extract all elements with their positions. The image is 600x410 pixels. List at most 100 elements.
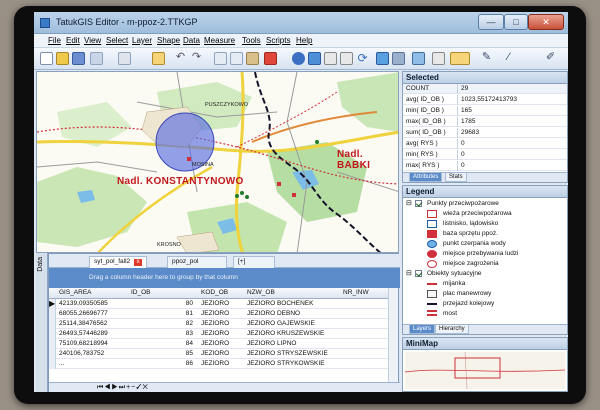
menu-edit[interactable]: Edit [66,36,80,45]
selected-stat-row[interactable]: max( ID_OB ) 1785 [403,117,567,127]
row-selector[interactable] [49,359,56,369]
table-row[interactable]: 68055,26696777 81 JEZIORO JEZIORO DEBNO [49,309,389,319]
selected-stat-row[interactable]: avg( RYS ) 0 [403,139,567,149]
close-button[interactable]: ✕ [528,14,564,30]
menu-file[interactable]: File [48,36,61,45]
row-selector[interactable] [49,309,56,319]
legend-item[interactable]: listnisko, lądowisko [403,219,553,229]
column-header-nr-inw[interactable]: NR_INW [343,289,369,296]
tab-ppoz-pol[interactable]: ppoz_pol [167,256,227,268]
column-header-gis-area[interactable]: GIS_AREA [59,289,92,296]
zoom-in-icon[interactable] [324,52,337,65]
query-icon[interactable] [432,52,445,65]
table-row[interactable]: 75109,68218994 84 JEZIORO JEZIORO LIPNO [49,339,389,349]
column-header-id-ob[interactable]: ID_OB [131,289,151,296]
selected-stat-row[interactable]: max( RYS ) 0 [403,161,567,171]
measure-icon[interactable] [392,52,405,65]
legend-item[interactable]: przejazd kolejowy [403,299,553,309]
selected-stat-row[interactable]: min( RYS ) 0 [403,150,567,160]
menu-measure[interactable]: Measure [204,36,235,45]
table-row[interactable]: 240106,783752 85 JEZIORO JEZIORO STRYSZEWSK… [49,349,389,359]
column-header-nzw-ob[interactable]: NZW_OB [247,289,275,296]
minimap-viewport[interactable] [454,357,501,379]
legend-group[interactable]: ⊟ Obiekty sytuacyjne [403,269,553,279]
redo-icon[interactable]: ↷ [190,52,203,65]
column-header-kod-ob[interactable]: KOD_OB [201,289,228,296]
collapse-icon[interactable]: ⊟ [406,269,412,277]
row-selector[interactable] [49,339,56,349]
selected-stat-row[interactable]: avg( ID_OB ) 1023,55172413793 [403,95,567,105]
menu-help[interactable]: Help [296,36,312,45]
tab-hierarchy[interactable]: Hierarchy [435,325,469,334]
minimize-button[interactable]: — [478,14,504,30]
info-icon[interactable] [376,52,389,65]
menu-data[interactable]: Data [183,36,200,45]
menu-layer[interactable]: Layer [132,36,152,45]
tab-syt-pol-fall2[interactable]: syt_pol_fall2 x [89,256,148,268]
edit-vertex-icon[interactable]: ✎ [480,52,493,65]
table-row[interactable]: ... 86 JEZIORO JEZIORO STRYKOWSKIE [49,359,389,369]
close-tab-icon[interactable]: x [134,259,143,266]
layer-visibility-checkbox[interactable] [415,200,422,207]
tab-add[interactable]: [+] [233,256,275,268]
tab-attributes[interactable]: Attributes [409,173,443,182]
row-selector[interactable] [49,319,56,329]
minimap-canvas[interactable] [405,352,565,389]
row-selector[interactable]: ▶ [49,299,56,309]
cell-id-ob: 84 [185,340,193,347]
grid-vertical-scrollbar[interactable] [388,288,398,382]
delete-icon[interactable] [264,52,277,65]
tab-layers[interactable]: Layers [409,325,436,334]
save-icon[interactable] [72,52,85,65]
copy-icon[interactable] [230,52,243,65]
cut-icon[interactable] [214,52,227,65]
print-icon[interactable] [90,52,103,65]
refresh-icon[interactable]: ⟳ [356,52,369,65]
tab-stats[interactable]: Stats [445,173,467,182]
map-view[interactable]: Nadl. KONSTANTYNOWO Nadl. BABKI PUSZCZYK… [36,71,399,253]
maximize-button[interactable]: □ [504,14,528,30]
selected-stat-row[interactable]: sum( ID_OB ) 29683 [403,128,567,138]
draw-line-icon[interactable]: ⁄ [502,52,515,65]
selected-stat-row[interactable]: min( ID_OB ) 165 [403,106,567,116]
collapse-icon[interactable]: ⊟ [406,199,412,207]
globe-icon[interactable] [292,52,305,65]
pan-dropdown-icon[interactable] [450,52,470,65]
image-icon[interactable] [412,52,425,65]
table-row[interactable]: 26493,57446289 83 JEZIORO JEZIORO KRUSZEWSK… [49,329,389,339]
table-row[interactable]: 25114,38476562 82 JEZIORO JEZIORO GAJEWSKIE [49,319,389,329]
legend-symbol-icon [427,240,437,248]
row-selector[interactable] [49,329,56,339]
legend-item[interactable]: miejsce zagrożenia [403,259,553,269]
pencil-icon[interactable]: ✐ [544,52,557,65]
legend-item[interactable]: wieża przeciwpożarowa [403,209,553,219]
zoom-extent-icon[interactable] [308,52,321,65]
selected-stat-row[interactable]: COUNT 29 [403,84,567,94]
legend-group[interactable]: ⊟ Punkty przeciwpożarowe [403,199,553,209]
legend-item[interactable]: punkt czerpania wody [403,239,553,249]
row-selector[interactable] [49,349,56,359]
layer-visibility-checkbox[interactable] [415,270,422,277]
legend-item[interactable]: most [403,309,553,319]
stat-key: sum( ID_OB ) [406,129,446,136]
undo-icon[interactable]: ↶ [174,52,187,65]
menu-tools[interactable]: Tools [242,36,261,45]
menu-view[interactable]: View [84,36,101,45]
legend-item[interactable]: miejsce przebywania ludzi [403,249,553,259]
paste-icon[interactable] [246,52,259,65]
legend-item[interactable]: baza sprzętu ppoż. [403,229,553,239]
data-side-tab[interactable]: Data [36,253,48,392]
legend-item[interactable]: plac manewrowy [403,289,553,299]
menu-shape[interactable]: Shape [157,36,180,45]
open-icon[interactable] [56,52,69,65]
table-row[interactable]: ▶ 42139,09350585 80 JEZIORO JEZIORO BOCHENEK [49,299,389,309]
menu-scripts[interactable]: Scripts [266,36,290,45]
group-by-hint[interactable]: Drag a column header here to group by th… [49,268,400,288]
legend-item[interactable]: mijanka [403,279,553,289]
menu-select[interactable]: Select [106,36,128,45]
select-tool-icon[interactable] [152,52,165,65]
record-navigator-icons[interactable]: ⏮◀▶⏭+−✓✕ [97,384,149,392]
layers-icon[interactable] [118,52,131,65]
zoom-out-icon[interactable] [340,52,353,65]
new-icon[interactable] [40,52,53,65]
